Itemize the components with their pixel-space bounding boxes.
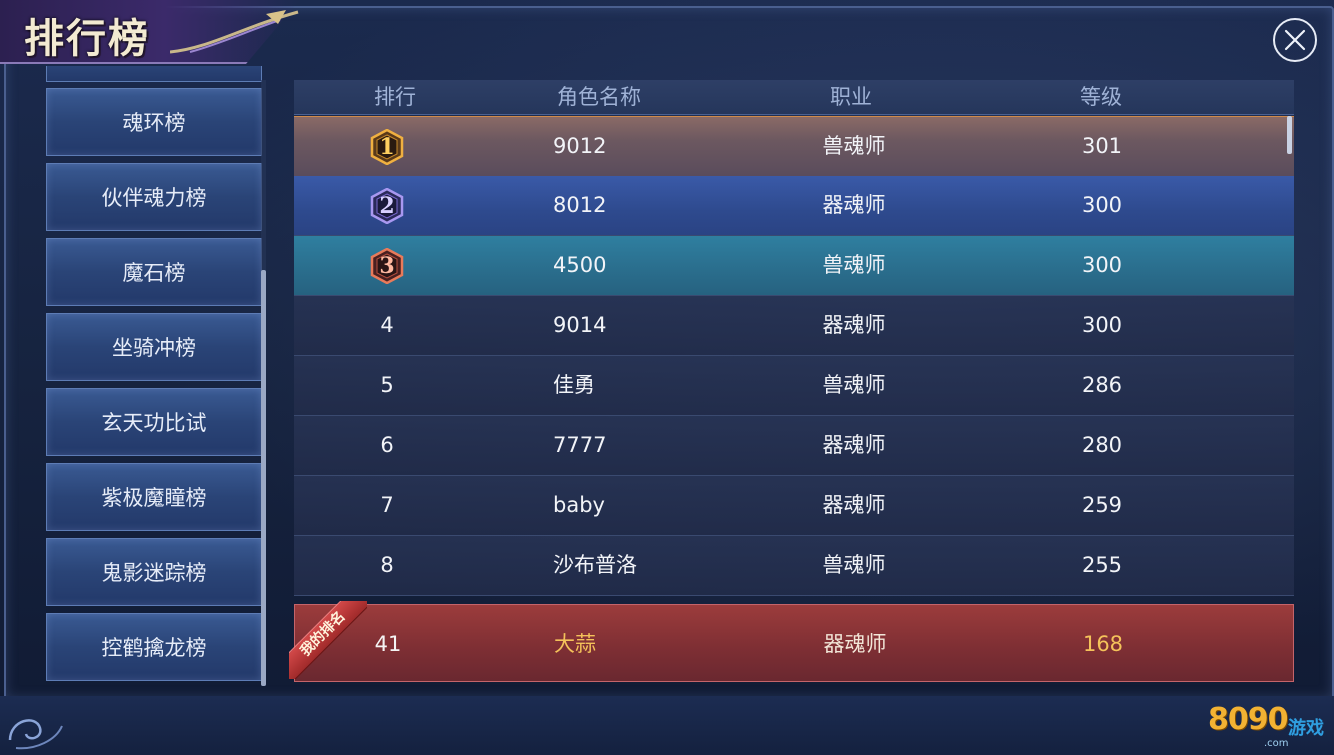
sidebar-item-ghost-shadow[interactable]: 鬼影迷踪榜 [46, 538, 262, 606]
table-header: 排行 角色名称 职业 等级 [294, 80, 1294, 115]
player-name: 9014 [553, 313, 607, 337]
table-row[interactable]: 3 4500 兽魂师 300 [294, 236, 1294, 296]
player-name: baby [553, 493, 605, 517]
table-row[interactable]: 4 9014 器魂师 300 [294, 296, 1294, 356]
sidebar-item-soul-ring[interactable]: 魂环榜 [46, 88, 262, 156]
player-name: 8012 [553, 193, 607, 217]
player-level: 300 [1081, 313, 1123, 337]
player-job: 器魂师 [822, 433, 886, 457]
player-job: 兽魂师 [822, 373, 886, 397]
player-job: 兽魂师 [822, 134, 886, 158]
my-job: 器魂师 [823, 632, 887, 656]
sidebar-item-label: 魔石榜 [122, 261, 186, 285]
ranking-table: 排行 角色名称 职业 等级 1 9012 兽魂师 301 2 8012 器魂师 … [294, 80, 1294, 600]
table-row[interactable]: 2 8012 器魂师 300 [294, 176, 1294, 236]
player-name: 沙布普洛 [553, 553, 637, 577]
player-rank: 7 [380, 493, 394, 517]
logo-number: 8090 [1208, 702, 1288, 737]
player-level: 280 [1081, 433, 1123, 457]
player-rank: 4 [380, 313, 394, 337]
logo-text: 游戏 [1288, 718, 1324, 739]
my-rank-value: 41 [374, 632, 402, 656]
table-scrollbar-thumb[interactable] [1287, 116, 1292, 154]
sidebar-item-label: 玄天功比试 [101, 411, 207, 435]
rank-badge-number: 2 [379, 193, 395, 219]
table-row[interactable]: 6 7777 器魂师 280 [294, 416, 1294, 476]
player-name: 佳勇 [553, 373, 595, 397]
my-level: 168 [1082, 632, 1124, 656]
player-level: 286 [1081, 373, 1123, 397]
close-button[interactable] [1273, 18, 1317, 62]
bottom-decoration-bar [0, 696, 1334, 755]
header-rank: 排行 [374, 85, 416, 109]
player-job: 兽魂师 [822, 553, 886, 577]
sidebar-item-label: 控鹤擒龙榜 [101, 636, 207, 660]
my-rank-row: 我的排名 41 大蒜 器魂师 168 [289, 601, 1294, 682]
sidebar-item-label: 紫极魔瞳榜 [101, 486, 207, 510]
logo-domain: .com [1264, 738, 1289, 749]
close-icon [1284, 29, 1306, 51]
sidebar-item-magic-stone[interactable]: 魔石榜 [46, 238, 262, 306]
table-row[interactable]: 8 沙布普洛 兽魂师 255 [294, 536, 1294, 596]
player-level: 255 [1081, 553, 1123, 577]
title-ornament-icon [170, 10, 299, 54]
sidebar-item-label: 鬼影迷踪榜 [101, 561, 207, 585]
sidebar-item-partner-power[interactable]: 伙伴魂力榜 [46, 163, 262, 231]
page-title: 排行榜 [24, 15, 150, 62]
sidebar-item-label: 魂环榜 [122, 111, 186, 135]
table-row[interactable]: 1 9012 兽魂师 301 [294, 116, 1294, 177]
sidebar-item-purple-eye[interactable]: 紫极魔瞳榜 [46, 463, 262, 531]
sidebar-item-label: 伙伴魂力榜 [101, 186, 207, 210]
8090-logo: 8090 游戏 .com [1208, 702, 1332, 752]
player-name: 9012 [553, 134, 607, 158]
player-rank: 6 [380, 433, 394, 457]
header-job: 职业 [830, 85, 872, 109]
header-level: 等级 [1080, 85, 1122, 109]
table-row[interactable]: 5 佳勇 兽魂师 286 [294, 356, 1294, 416]
header-name: 角色名称 [557, 85, 641, 109]
sidebar-item-mount[interactable]: 坐骑冲榜 [46, 313, 262, 381]
sidebar-item-xuantian[interactable]: 玄天功比试 [46, 388, 262, 456]
player-level: 259 [1081, 493, 1123, 517]
player-name: 4500 [553, 253, 607, 277]
my-name: 大蒜 [554, 632, 596, 656]
my-rank-ribbon-label: 我的排名 [297, 608, 349, 660]
player-name: 7777 [553, 433, 607, 457]
player-rank: 5 [380, 373, 394, 397]
player-rank: 8 [380, 553, 394, 577]
rank-badge-number: 1 [379, 134, 395, 160]
player-job: 兽魂师 [822, 253, 886, 277]
player-level: 301 [1081, 134, 1123, 158]
player-level: 300 [1081, 253, 1123, 277]
player-job: 器魂师 [822, 493, 886, 517]
sidebar-scrollbar-thumb[interactable] [261, 270, 266, 686]
swirl-ornament-icon [8, 719, 63, 750]
my-rank-ribbon: 我的排名 [289, 601, 367, 679]
sidebar-item-partial [46, 66, 262, 82]
ranking-window: 排行榜 魂环榜 伙伴魂力榜 魔石榜 坐骑冲榜 玄天功比试 紫极魔瞳榜 鬼影迷踪榜… [0, 0, 1334, 755]
rank-badge-number: 3 [379, 253, 395, 279]
player-level: 300 [1081, 193, 1123, 217]
table-row[interactable]: 7 baby 器魂师 259 [294, 476, 1294, 536]
player-job: 器魂师 [822, 313, 886, 337]
player-job: 器魂师 [822, 193, 886, 217]
ranking-category-list[interactable]: 魂环榜 伙伴魂力榜 魔石榜 坐骑冲榜 玄天功比试 紫极魔瞳榜 鬼影迷踪榜 控鹤擒… [40, 66, 268, 686]
sidebar-item-label: 坐骑冲榜 [112, 336, 196, 360]
sidebar-item-crane-dragon[interactable]: 控鹤擒龙榜 [46, 613, 262, 681]
